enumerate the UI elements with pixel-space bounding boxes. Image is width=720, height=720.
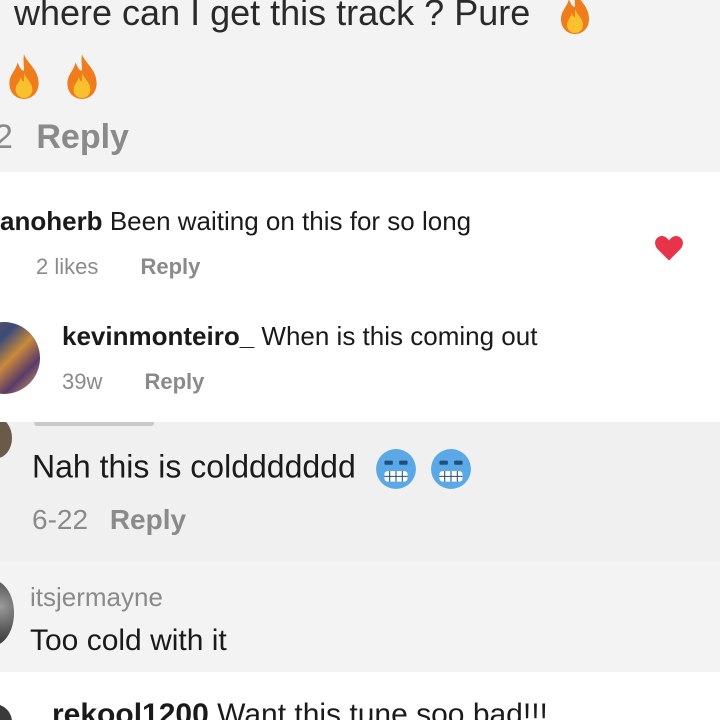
- avatar[interactable]: [0, 580, 14, 646]
- username[interactable]: kevinmonteiro_: [62, 321, 254, 351]
- username[interactable]: itsjermayne: [30, 582, 163, 613]
- timestamp: 39w: [62, 369, 103, 394]
- cold-face-emoji: [375, 449, 416, 489]
- comment-anoherb: anoherb Been waiting on this for so long…: [0, 172, 720, 290]
- comment-text-row: where can I get this track ? Pure: [14, 0, 596, 35]
- comment-meta: 6-22 Reply: [32, 504, 186, 536]
- reply-button[interactable]: Reply: [110, 504, 186, 535]
- comment-itsjermayne: itsjermayne Too cold with it: [0, 562, 720, 672]
- avatar[interactable]: [0, 322, 40, 394]
- comment-meta: 2 likes Reply: [36, 254, 200, 280]
- comment-cold: Nah this is colddddddd 6-22 Reply: [0, 422, 720, 562]
- username-cropped: [34, 422, 154, 426]
- heart-icon[interactable]: [654, 234, 684, 262]
- fire-emoji: [9, 54, 39, 99]
- comment-date: 6-22: [32, 504, 89, 535]
- cold-face-emoji: [430, 449, 471, 489]
- comment-line: kevinmonteiro_ When is this coming out: [62, 321, 537, 352]
- username[interactable]: anoherb: [0, 206, 103, 236]
- comment-text: When is this coming out: [261, 321, 538, 351]
- comment-text: Been waiting on this for so long: [109, 206, 472, 236]
- reply-count: 2: [0, 118, 13, 156]
- comment-top: where can I get this track ? Pure 2 Repl…: [0, 0, 720, 172]
- comment-text: Want this tune soo bad!!!: [217, 698, 548, 720]
- reply-button[interactable]: Reply: [144, 369, 204, 394]
- comment-kevinmonteiro: kevinmonteiro_ When is this coming out 3…: [0, 290, 720, 422]
- like-count: 2 likes: [36, 254, 99, 279]
- comment-text-row: Nah this is colddddddd: [32, 448, 472, 490]
- comment-text: Too cold with it: [30, 624, 227, 657]
- comment-text: where can I get this track ? Pure: [14, 0, 531, 33]
- username[interactable]: rekool1200: [52, 698, 209, 720]
- fire-emoji: [561, 0, 590, 35]
- avatar[interactable]: [0, 704, 12, 720]
- fire-emoji: [67, 54, 97, 99]
- comment-meta: 2 Reply: [0, 118, 129, 157]
- comment-text: Nah this is colddddddd: [32, 448, 356, 485]
- avatar[interactable]: [0, 422, 12, 458]
- comment-rekool1200: rekool1200 Want this tune soo bad!!!: [0, 672, 720, 720]
- comment-meta: 39w Reply: [62, 369, 204, 395]
- reply-button[interactable]: Reply: [140, 254, 200, 279]
- comment-line: rekool1200 Want this tune soo bad!!!: [52, 698, 548, 720]
- comment-line: anoherb Been waiting on this for so long: [0, 206, 471, 237]
- reply-button[interactable]: Reply: [36, 118, 129, 156]
